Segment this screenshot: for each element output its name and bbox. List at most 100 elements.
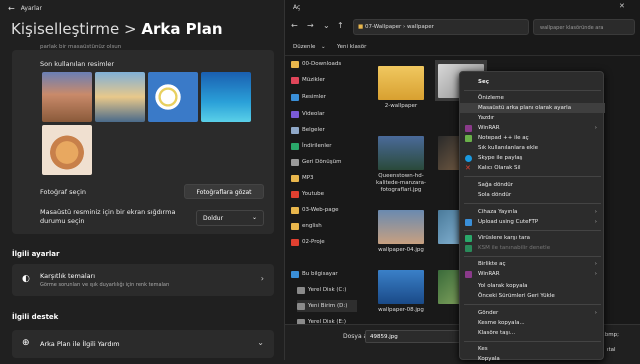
chevron-right-icon: ›: [594, 310, 597, 316]
new-folder-button[interactable]: Yeni klasör: [337, 44, 366, 50]
filename-input[interactable]: 49859.jpg: [365, 330, 465, 343]
tree-label: english: [302, 223, 322, 229]
menu-item-delete[interactable]: ✕ Kalıcı Olarak Sil: [460, 163, 605, 173]
tree-item[interactable]: Youtube: [291, 188, 351, 200]
fit-label: Masaüstü resminiz için bir ekran sığdırm…: [40, 208, 176, 225]
menu-item-ksm: KSM ile tanınabilir denetle: [460, 243, 605, 253]
computer-icon: [291, 270, 299, 278]
file-item[interactable]: wallpaper-04.jpg: [375, 210, 427, 254]
tree-item[interactable]: Müzikler: [291, 74, 351, 86]
menu-label: KSM ile tanınabilir denetle: [478, 245, 551, 251]
fit-dropdown[interactable]: Doldur ⌄: [196, 210, 264, 226]
menu-item-copy-to-folder[interactable]: Kesme kopyala...: [460, 318, 605, 328]
close-icon[interactable]: ✕: [619, 2, 625, 10]
menu-item-favorites[interactable]: Sık kullanılanlara ekle: [460, 143, 605, 153]
browse-photos-button[interactable]: Fotoğraflara gözat: [184, 184, 264, 199]
menu-item-select[interactable]: Seç: [460, 77, 605, 87]
menu-item-cast[interactable]: Cihaza Yayınla ›: [460, 207, 605, 217]
menu-item-send-to[interactable]: Gönder ›: [460, 308, 605, 318]
tree-item[interactable]: Videolar: [291, 108, 351, 120]
context-menu: Seç Önizleme Masaüstü arka planı olarak …: [459, 71, 605, 362]
file-item[interactable]: wallpaper-08.jpg: [375, 270, 427, 314]
organize-button[interactable]: Düzenle: [293, 44, 315, 50]
menu-item-winrar[interactable]: WinRAR ›: [460, 123, 605, 133]
chevron-down-icon[interactable]: ⌄: [323, 21, 330, 30]
menu-item-rotate-left[interactable]: Sola döndür: [460, 190, 605, 200]
recent-image-3[interactable]: [148, 72, 198, 122]
menu-item-scan[interactable]: Virüslere karşı tara: [460, 233, 605, 243]
menu-item-winrar-2[interactable]: WinRAR ›: [460, 269, 605, 279]
menu-separator: [464, 176, 601, 177]
file-label: wallpaper-04.jpg: [378, 247, 424, 253]
menu-item-print[interactable]: Yazdır: [460, 113, 605, 123]
folder-icon: [378, 66, 424, 100]
tree-item[interactable]: Resimler: [291, 91, 351, 103]
chevron-right-icon: ›: [594, 271, 597, 277]
up-icon[interactable]: ↑: [337, 21, 344, 30]
address-bar[interactable]: ■ 07-Wallpaper › wallpaper: [353, 19, 529, 35]
chevron-right-icon: ›: [594, 261, 597, 267]
recent-image-1[interactable]: [42, 72, 92, 122]
related-support-heading: İlgili destek: [12, 313, 59, 321]
related-settings-heading: İlgili ayarlar: [12, 250, 60, 258]
menu-item-copy[interactable]: Kopyala: [460, 354, 605, 364]
folder-icon: [291, 174, 299, 182]
tree-item[interactable]: Yeni Birim (D:): [297, 300, 357, 312]
tree-item[interactable]: Geri Dönüşüm: [291, 156, 351, 168]
contrast-themes-row[interactable]: ◐ Karşıtlık temaları Görme sorunları ve …: [12, 264, 274, 296]
file-item[interactable]: 2-wallpaper: [375, 66, 427, 110]
addr-subfolder[interactable]: wallpaper: [407, 24, 434, 30]
tree-label: 03-Web-page: [302, 207, 339, 213]
background-help-row[interactable]: ⊕ Arka Plan ile İlgili Yardım ⌄: [12, 330, 274, 358]
tree-item[interactable]: 00-Downloads: [291, 58, 351, 70]
addr-folder[interactable]: 07-Wallpaper: [365, 24, 401, 30]
filetype-select[interactable]: .bmp;: [603, 332, 619, 338]
menu-label: Virüslere karşı tara: [478, 235, 530, 241]
folder-icon: [291, 190, 299, 198]
settings-window: ← Ayarlar Kişiselleştirme > Arka Plan pa…: [0, 0, 284, 360]
search-input[interactable]: wallpaper klasöründe ara: [533, 19, 635, 35]
tree-item[interactable]: 03-Web-page: [291, 204, 351, 216]
recent-images: [42, 72, 252, 192]
menu-item-set-background[interactable]: Masaüstü arka planı olarak ayarla: [460, 103, 605, 113]
menu-item-cut[interactable]: Kes: [460, 344, 605, 354]
file-item[interactable]: Queenstown-hd-kalitede-manzara-fotografl…: [375, 136, 427, 194]
file-thumbnail: [378, 210, 424, 244]
chevron-right-icon: ›: [260, 274, 264, 283]
menu-item-skype[interactable]: Skype ile paylaş: [460, 153, 605, 163]
tree-label: Resimler: [302, 94, 326, 100]
tree-item[interactable]: İndirilenler: [291, 140, 351, 152]
menu-item-cuteftp[interactable]: Upload using CuteFTP ›: [460, 217, 605, 227]
menu-item-copy-path[interactable]: Yol olarak kopyala: [460, 281, 605, 291]
menu-label: Skype ile paylaş: [478, 155, 523, 161]
tree-item[interactable]: 02-Proje: [291, 236, 351, 248]
cancel-button[interactable]: ıtal: [607, 347, 616, 353]
download-icon: [291, 142, 299, 150]
recent-image-5[interactable]: [42, 125, 92, 175]
menu-item-rotate-right[interactable]: Sağa döndür: [460, 180, 605, 190]
tree-item[interactable]: english: [291, 220, 351, 232]
back-icon[interactable]: ←: [291, 21, 298, 30]
tree-item[interactable]: Yerel Disk (C:): [297, 284, 357, 296]
menu-item-move-to-folder[interactable]: Klasöre taşı...: [460, 328, 605, 338]
menu-item-notepad[interactable]: Notepad ++ ile aç: [460, 133, 605, 143]
menu-item-preview[interactable]: Önizleme: [460, 93, 605, 103]
recent-image-4[interactable]: [201, 72, 251, 122]
tree-label: Yeni Birim (D:): [308, 303, 348, 309]
tree-label: Yerel Disk (C:): [308, 287, 347, 293]
navigation-pane: 00-Downloads Müzikler Resimler Videolar …: [285, 58, 357, 326]
globe-icon: ⊕: [22, 338, 30, 348]
tree-item[interactable]: Belgeler: [291, 124, 351, 136]
menu-item-restore-versions[interactable]: Önceki Sürümleri Geri Yükle: [460, 291, 605, 301]
recent-image-2[interactable]: [95, 72, 145, 122]
menu-item-open-with[interactable]: Birlikte aç ›: [460, 259, 605, 269]
contrast-icon: ◐: [22, 274, 30, 284]
breadcrumb-parent[interactable]: Kişiselleştirme: [11, 20, 119, 38]
tree-label: 00-Downloads: [302, 61, 342, 67]
command-bar: Düzenle ⌄ Yeni klasör: [285, 40, 640, 56]
back-icon[interactable]: ←: [8, 4, 15, 13]
forward-icon[interactable]: →: [307, 21, 314, 30]
tree-item[interactable]: MP3: [291, 172, 351, 184]
delete-icon: ✕: [465, 164, 471, 172]
tree-item[interactable]: Bu bilgisayar: [291, 268, 351, 280]
